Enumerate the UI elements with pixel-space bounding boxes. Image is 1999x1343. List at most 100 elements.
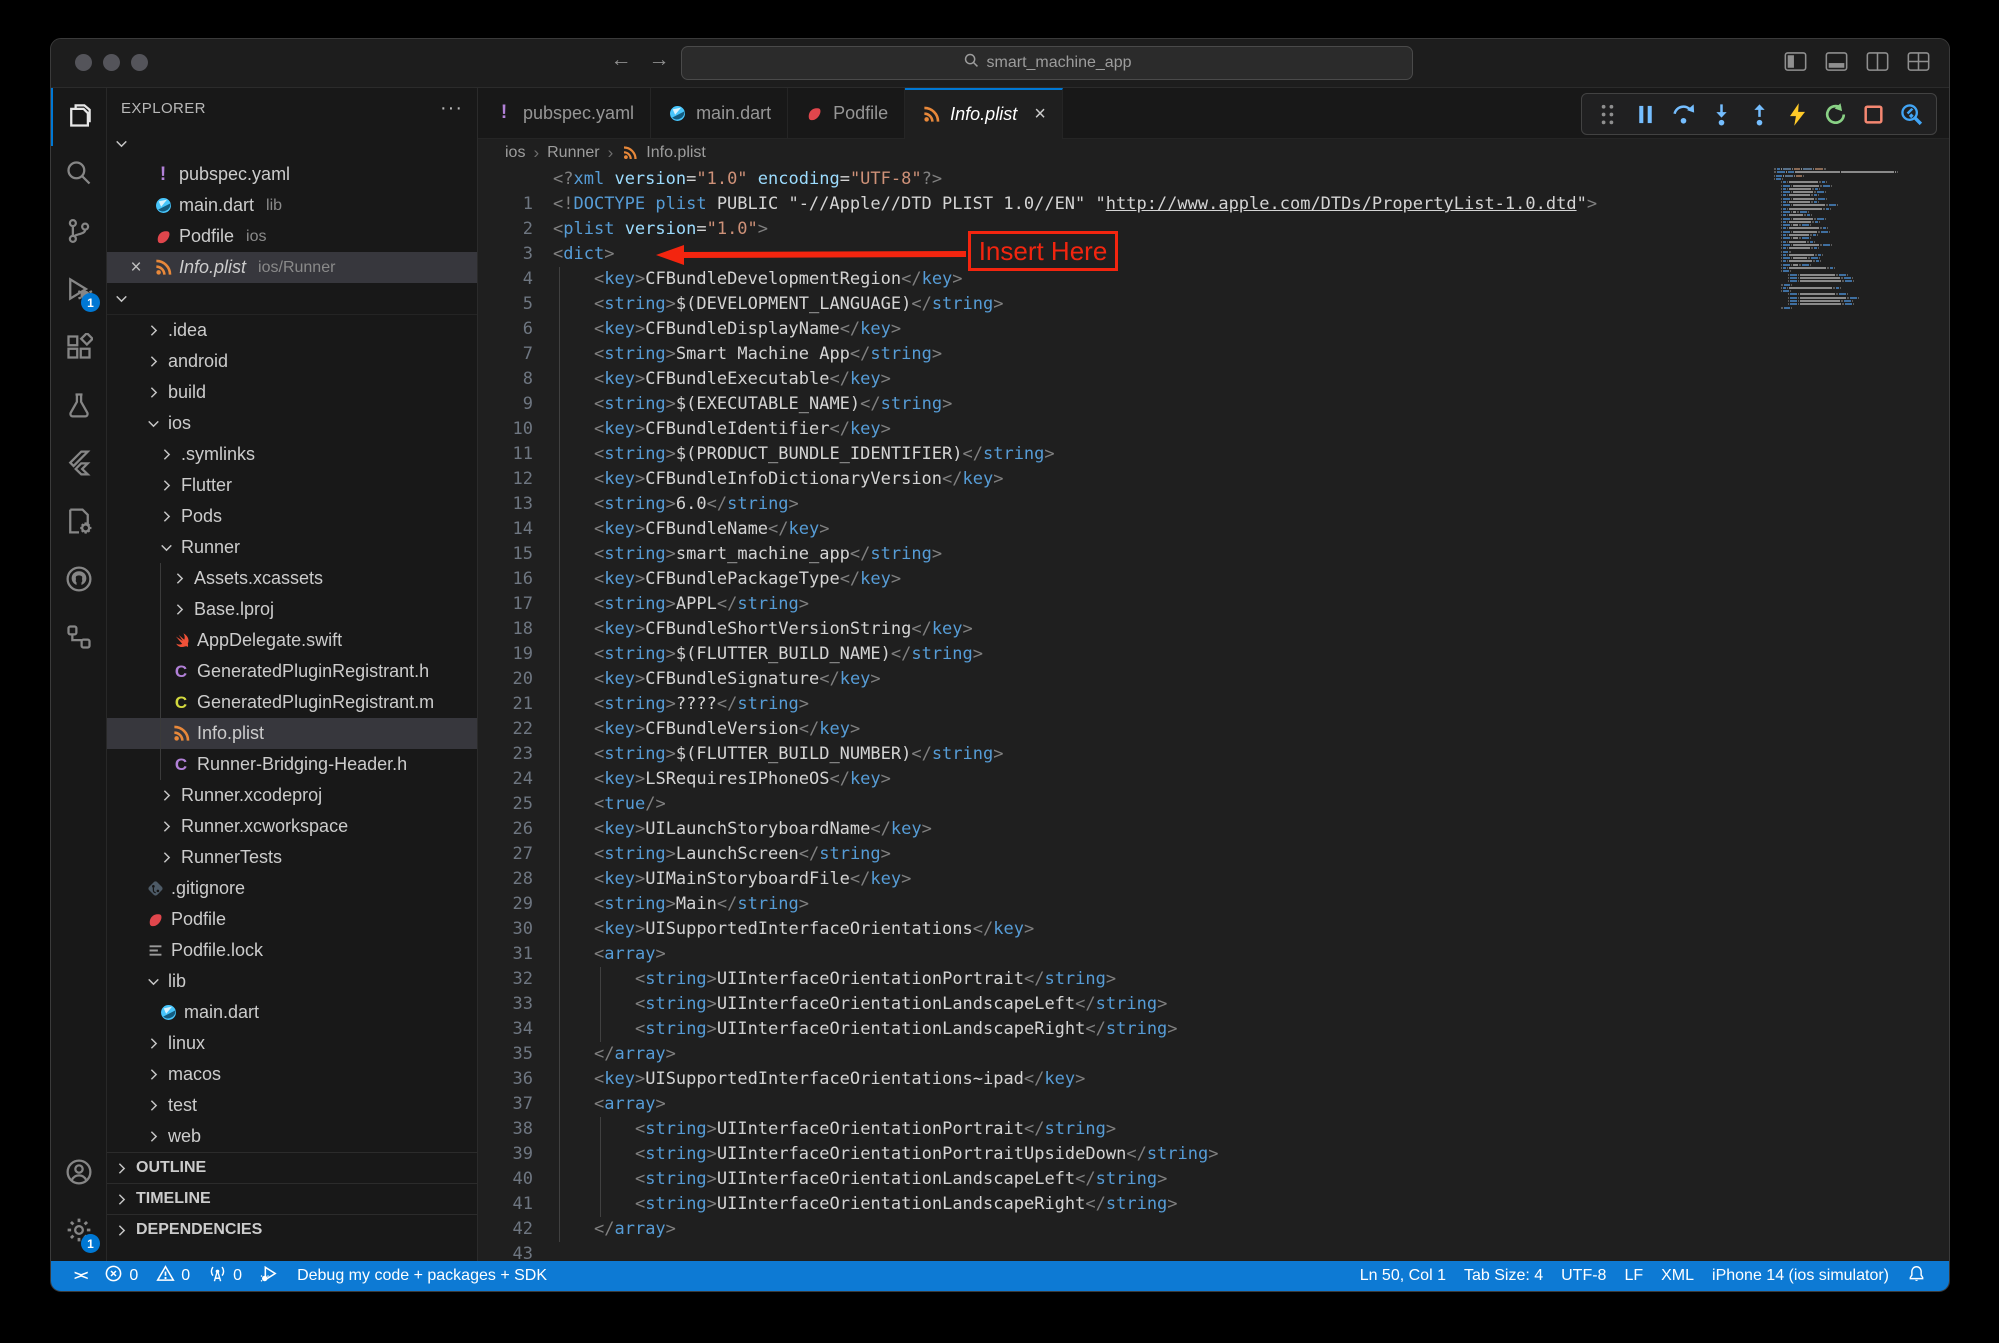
code-line-1[interactable]: 1 <?xml version="1.0" encoding="UTF-8"?> — [478, 167, 1949, 192]
tree-item-lib[interactable]: lib — [107, 966, 477, 997]
tree-item-Pods[interactable]: Pods — [107, 501, 477, 532]
code-line-12[interactable]: 12 <string>$(PRODUCT_BUNDLE_IDENTIFIER)<… — [478, 442, 1949, 467]
tree-item-Base.lproj[interactable]: Base.lproj — [107, 594, 477, 625]
code-line-3[interactable]: 3 <plist version="1.0"> — [478, 217, 1949, 242]
tree-item-GeneratedPluginRegistrant.h[interactable]: C GeneratedPluginRegistrant.h — [107, 656, 477, 687]
code-line-31[interactable]: 31 <key>UISupportedInterfaceOrientations… — [478, 917, 1949, 942]
tree-item-macos[interactable]: macos — [107, 1059, 477, 1090]
activity-item-testing[interactable] — [51, 378, 106, 436]
tree-item-.idea[interactable]: .idea — [107, 315, 477, 346]
code-line-27[interactable]: 27 <key>UILaunchStoryboardName</key> — [478, 817, 1949, 842]
code-line-34[interactable]: 34 <string>UIInterfaceOrientationLandsca… — [478, 992, 1949, 1017]
tree-item-Info.plist[interactable]: Info.plist — [107, 718, 477, 749]
minimize-window-button[interactable] — [103, 54, 120, 71]
code-line-38[interactable]: 38 <array> — [478, 1092, 1949, 1117]
code-line-2[interactable]: 2 <!DOCTYPE plist PUBLIC "-//Apple//DTD … — [478, 192, 1949, 217]
code-line-16[interactable]: 16 <string>smart_machine_app</string> — [478, 542, 1949, 567]
customize-layout-icon[interactable] — [1906, 49, 1931, 79]
status-debug-launch[interactable] — [251, 1261, 288, 1291]
code-line-10[interactable]: 10 <string>$(EXECUTABLE_NAME)</string> — [478, 392, 1949, 417]
toggle-panel-icon[interactable] — [1824, 49, 1849, 79]
status-notifications[interactable] — [1898, 1264, 1935, 1288]
breadcrumb-file[interactable]: Info.plist — [646, 144, 706, 162]
tree-item-.gitignore[interactable]: .gitignore — [107, 873, 477, 904]
project-root-header[interactable] — [107, 283, 477, 315]
activity-item-search[interactable] — [51, 146, 106, 204]
status-feedback[interactable]: 0 — [199, 1261, 251, 1291]
open-editor-Info.plist[interactable]: × Info.plist ios/Runner — [107, 252, 477, 283]
close-tab-icon[interactable]: × — [1034, 103, 1046, 126]
status-launch-config[interactable]: Debug my code + packages + SDK — [288, 1261, 556, 1291]
status-device-selector[interactable]: iPhone 14 (ios simulator) — [1703, 1267, 1898, 1285]
pause-icon[interactable] — [1628, 97, 1662, 131]
tree-item-build[interactable]: build — [107, 377, 477, 408]
status-encoding[interactable]: UTF-8 — [1552, 1267, 1615, 1285]
activity-item-github[interactable] — [51, 552, 106, 610]
code-line-28[interactable]: 28 <string>LaunchScreen</string> — [478, 842, 1949, 867]
status-eol[interactable]: LF — [1615, 1267, 1652, 1285]
code-line-4[interactable]: 4 <dict> — [478, 242, 1949, 267]
section-outline[interactable]: OUTLINE — [107, 1152, 477, 1183]
activity-item-extensions[interactable] — [51, 320, 106, 378]
open-editor-main.dart[interactable]: main.dart lib — [107, 190, 477, 221]
code-line-18[interactable]: 18 <string>APPL</string> — [478, 592, 1949, 617]
tree-item-web[interactable]: web — [107, 1121, 477, 1152]
bolt-icon[interactable] — [1780, 97, 1814, 131]
section-dependencies[interactable]: DEPENDENCIES — [107, 1214, 477, 1245]
status-language-mode[interactable]: XML — [1652, 1267, 1703, 1285]
tree-item-linux[interactable]: linux — [107, 1028, 477, 1059]
back-button[interactable]: ← — [609, 48, 633, 72]
tree-item-Podfile.lock[interactable]: Podfile.lock — [107, 935, 477, 966]
breadcrumb-item[interactable]: ios — [505, 144, 525, 162]
tab-pubspec.yaml[interactable]: ! pubspec.yaml — [478, 88, 651, 138]
stop-icon[interactable] — [1856, 97, 1890, 131]
tree-item-Runner[interactable]: Runner — [107, 532, 477, 563]
status-errors[interactable]: 0 — [95, 1261, 147, 1291]
restart-icon[interactable] — [1818, 97, 1852, 131]
tab-main.dart[interactable]: main.dart — [651, 88, 788, 138]
toggle-sidebar-icon[interactable] — [1783, 49, 1808, 79]
tree-item-Podfile[interactable]: Podfile — [107, 904, 477, 935]
tree-item-Runner.xcodeproj[interactable]: Runner.xcodeproj — [107, 780, 477, 811]
inspector-icon[interactable] — [1894, 97, 1928, 131]
tree-item-GeneratedPluginRegistrant.m[interactable]: C GeneratedPluginRegistrant.m — [107, 687, 477, 718]
code-line-7[interactable]: 7 <key>CFBundleDisplayName</key> — [478, 317, 1949, 342]
activity-item-run-and-debug[interactable]: 1 — [51, 262, 106, 320]
activity-item-source-control[interactable] — [51, 204, 106, 262]
close-window-button[interactable] — [75, 54, 92, 71]
command-center-search[interactable]: smart_machine_app — [681, 46, 1413, 80]
tree-item-AppDelegate.swift[interactable]: AppDelegate.swift — [107, 625, 477, 656]
tree-item-.symlinks[interactable]: .symlinks — [107, 439, 477, 470]
tree-item-android[interactable]: android — [107, 346, 477, 377]
tree-item-Runner.xcworkspace[interactable]: Runner.xcworkspace — [107, 811, 477, 842]
tab-Podfile[interactable]: Podfile — [788, 88, 905, 138]
code-editor[interactable]: 1 <?xml version="1.0" encoding="UTF-8"?>… — [478, 167, 1949, 1261]
code-line-14[interactable]: 14 <string>6.0</string> — [478, 492, 1949, 517]
code-line-6[interactable]: 6 <string>$(DEVELOPMENT_LANGUAGE)</strin… — [478, 292, 1949, 317]
code-line-39[interactable]: 39 <string>UIInterfaceOrientationPortrai… — [478, 1117, 1949, 1142]
tree-item-Runner-Bridging-Header.h[interactable]: C Runner-Bridging-Header.h — [107, 749, 477, 780]
close-editor-icon[interactable]: × — [125, 257, 147, 279]
code-line-24[interactable]: 24 <string>$(FLUTTER_BUILD_NUMBER)</stri… — [478, 742, 1949, 767]
tree-item-RunnerTests[interactable]: RunnerTests — [107, 842, 477, 873]
status-cursor-position[interactable]: Ln 50, Col 1 — [1351, 1267, 1455, 1285]
code-line-41[interactable]: 41 <string>UIInterfaceOrientationLandsca… — [478, 1167, 1949, 1192]
open-editors-header[interactable] — [107, 128, 477, 159]
code-line-42[interactable]: 42 <string>UIInterfaceOrientationLandsca… — [478, 1192, 1949, 1217]
code-line-40[interactable]: 40 <string>UIInterfaceOrientationPortrai… — [478, 1142, 1949, 1167]
tree-item-Flutter[interactable]: Flutter — [107, 470, 477, 501]
status-remote-indicator[interactable]: >< — [65, 1261, 95, 1291]
code-line-17[interactable]: 17 <key>CFBundlePackageType</key> — [478, 567, 1949, 592]
tree-item-Assets.xcassets[interactable]: Assets.xcassets — [107, 563, 477, 594]
code-line-19[interactable]: 19 <key>CFBundleShortVersionString</key> — [478, 617, 1949, 642]
minimap[interactable] — [1771, 168, 1921, 328]
step-into-icon[interactable] — [1704, 97, 1738, 131]
step-over-icon[interactable] — [1666, 97, 1700, 131]
tree-item-main.dart[interactable]: main.dart — [107, 997, 477, 1028]
status-indentation[interactable]: Tab Size: 4 — [1455, 1267, 1552, 1285]
code-line-26[interactable]: 26 <true/> — [478, 792, 1949, 817]
tree-item-ios[interactable]: ios — [107, 408, 477, 439]
code-line-43[interactable]: 43 </array> — [478, 1217, 1949, 1242]
views-and-more-actions-icon[interactable]: ··· — [440, 97, 463, 120]
code-line-25[interactable]: 25 <key>LSRequiresIPhoneOS</key> — [478, 767, 1949, 792]
